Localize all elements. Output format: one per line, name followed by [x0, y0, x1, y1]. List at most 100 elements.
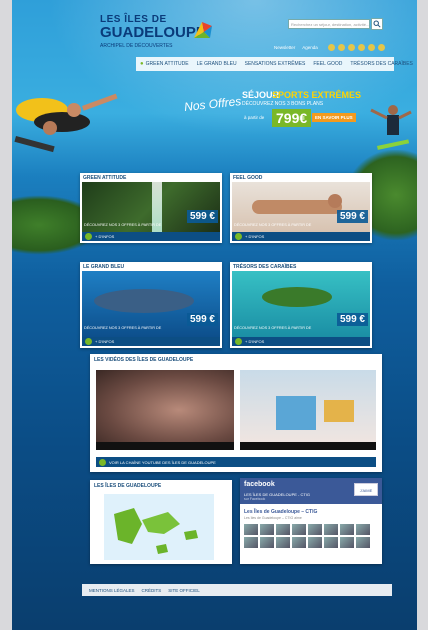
promo-title-sports: SPORTS EXTRÊMES [272, 90, 362, 100]
offer-card-tresors-caraibes[interactable]: TRÉSORS DES CARAÏBES DÉCOUVREZ NOS 3 OFF… [230, 262, 372, 348]
agenda-link[interactable]: Agenda [302, 45, 318, 50]
offer-card-green-attitude[interactable]: GREEN ATTITUDE DÉCOUVREZ NOS 3 OFFRES À … [80, 173, 222, 243]
nav-item-green-attitude[interactable]: ● GREEN ATTITUDE [136, 61, 193, 67]
fan-avatar[interactable] [324, 524, 338, 535]
card-title: GREEN ATTITUDE [83, 175, 127, 181]
search-icon [373, 20, 381, 28]
fan-avatar[interactable] [308, 537, 322, 548]
youtube-icon[interactable] [348, 44, 355, 51]
facebook-page-name[interactable]: Les Îles de Guadeloupe – CTIG [244, 509, 317, 515]
fan-avatar[interactable] [260, 537, 274, 548]
video-player-2[interactable] [240, 370, 376, 450]
card-title: FEEL GOOD [233, 175, 263, 181]
facebook-icon[interactable] [328, 44, 335, 51]
utility-links: Newsletter Agenda [274, 45, 324, 50]
offer-card-feel-good[interactable]: FEEL GOOD DÉCOUVREZ NOS 3 OFFRES À PARTI… [230, 173, 372, 243]
logo-line2: GUADELOUPE [100, 24, 206, 41]
guadeloupe-map [104, 494, 214, 560]
videos-title: LES VIDÉOS DES ÎLES DE GUADELOUPE [94, 357, 194, 363]
promo-more-button[interactable]: EN SAVOIR PLUS [312, 113, 356, 122]
footer-link-official[interactable]: SITE OFFICIEL [168, 588, 200, 593]
video-controls[interactable] [96, 442, 234, 450]
fan-avatar[interactable] [340, 537, 354, 548]
fan-avatar[interactable] [244, 537, 258, 548]
main-nav: ● GREEN ATTITUDE LE GRAND BLEU SENSATIONS… [136, 57, 413, 71]
facebook-header: facebook LES ÎLES DE GUADELOUPE - CTIG s… [240, 478, 382, 504]
video-player-1[interactable] [96, 370, 234, 450]
social-icons [328, 44, 385, 51]
card-description: DÉCOUVREZ NOS 3 OFFRES À PARTIR DE [234, 223, 312, 227]
youtube-channel-link[interactable]: VOIR LA CHAÎNE YOUTUBE DES ÎLES DE GUADE… [96, 457, 376, 467]
fan-avatar[interactable] [276, 524, 290, 535]
skydivers-image [14, 93, 118, 153]
map-title: LES ÎLES DE GUADELOUPE [94, 483, 162, 489]
nav-item-sensations-extremes[interactable]: SENSATIONS EXTRÊMES [241, 61, 310, 67]
youtube-channel-label: VOIR LA CHAÎNE YOUTUBE DES ÎLES DE GUADE… [109, 460, 216, 465]
card-description: DÉCOUVREZ NOS 3 OFFRES À PARTIR DE [84, 326, 162, 330]
card-footer[interactable]: + D'INFOS [82, 232, 220, 241]
card-description: DÉCOUVREZ NOS 3 OFFRES À PARTIR DE [84, 223, 162, 227]
logo-tagline: ARCHIPEL DE DÉCOUVERTES [100, 43, 173, 49]
card-more-link: + D'INFOS [245, 339, 265, 344]
flickr-icon[interactable] [358, 44, 365, 51]
nav-item-grand-bleu[interactable]: LE GRAND BLEU [193, 61, 241, 67]
fan-avatar[interactable] [244, 524, 258, 535]
plus-icon [235, 233, 242, 240]
videos-section: LES VIDÉOS DES ÎLES DE GUADELOUPE VOIR L… [90, 354, 382, 472]
fan-avatar[interactable] [356, 524, 370, 535]
card-title: LE GRAND BLEU [83, 264, 125, 270]
card-footer[interactable]: + D'INFOS [82, 337, 220, 346]
card-more-link: + D'INFOS [245, 234, 265, 239]
nav-item-tresors-caraibes[interactable]: TRÉSORS DES CARAÏBES [346, 61, 417, 67]
twitter-icon[interactable] [338, 44, 345, 51]
page: LES ÎLES DE GUADELOUPE ARCHIPEL DE DÉCOU… [12, 0, 417, 630]
card-footer[interactable]: + D'INFOS [232, 337, 370, 346]
promo-from-label: à partir de [244, 115, 265, 120]
promo-price: 799€ [272, 109, 312, 127]
video-thumbnail [276, 396, 316, 430]
site-logo[interactable]: LES ÎLES DE GUADELOUPE ARCHIPEL DE DÉCOU… [100, 14, 212, 54]
fan-avatar[interactable] [260, 524, 274, 535]
facebook-brand: facebook [244, 481, 275, 488]
footer-links: MENTIONS LÉGALES CRÉDITS SITE OFFICIEL [82, 584, 392, 596]
card-price: 599 € [336, 313, 368, 326]
facebook-page-subtitle: sur Facebook [244, 497, 266, 501]
search-button[interactable] [371, 18, 383, 30]
fan-avatar[interactable] [276, 537, 290, 548]
card-more-link: + D'INFOS [95, 234, 115, 239]
kitesurfer-image [370, 105, 412, 150]
nav-item-feel-good[interactable]: FEEL GOOD [309, 61, 346, 67]
map-section[interactable]: LES ÎLES DE GUADELOUPE [90, 480, 232, 564]
facebook-likes-line: Les îles de Guadeloupe – CTIG aime [244, 516, 302, 520]
footer-link-legal[interactable]: MENTIONS LÉGALES [89, 588, 135, 593]
search-input[interactable]: Recherchez un séjour, destination, activ… [288, 19, 370, 29]
video-thumbnail-secondary [324, 400, 354, 422]
fan-avatar[interactable] [340, 524, 354, 535]
newsletter-link[interactable]: Newsletter [274, 45, 295, 50]
footer-link-credits[interactable]: CRÉDITS [142, 588, 162, 593]
promo-banner[interactable]: SÉJOUR SPORTS EXTRÊMES DÉCOUVREZ NOS 3 B… [238, 86, 361, 142]
video-controls[interactable] [240, 442, 376, 450]
fan-avatar[interactable] [324, 537, 338, 548]
facebook-like-button[interactable]: J'AIME [354, 483, 378, 496]
logo-emblem-icon [194, 22, 212, 38]
promo-subtitle: DÉCOUVREZ NOS 3 BONS PLANS [242, 101, 324, 107]
fan-avatar[interactable] [292, 537, 306, 548]
share-icon[interactable] [378, 44, 385, 51]
youtube-icon [99, 458, 106, 466]
facebook-widget: facebook LES ÎLES DE GUADELOUPE - CTIG s… [240, 478, 382, 564]
fan-avatar[interactable] [356, 537, 370, 548]
plus-icon [235, 338, 242, 345]
facebook-fans-grid [244, 524, 370, 548]
active-dot-icon: ● [140, 61, 144, 67]
rss-icon[interactable] [368, 44, 375, 51]
card-footer[interactable]: + D'INFOS [232, 232, 370, 241]
offer-card-grand-bleu[interactable]: LE GRAND BLEU DÉCOUVREZ NOS 3 OFFRES À P… [80, 262, 222, 348]
fan-avatar[interactable] [292, 524, 306, 535]
card-title: TRÉSORS DES CARAÏBES [233, 264, 297, 270]
plus-icon [85, 233, 92, 240]
plus-icon [85, 338, 92, 345]
card-description: DÉCOUVREZ NOS 3 OFFRES À PARTIR DE [234, 326, 312, 330]
fan-avatar[interactable] [308, 524, 322, 535]
card-price: 599 € [186, 313, 218, 326]
